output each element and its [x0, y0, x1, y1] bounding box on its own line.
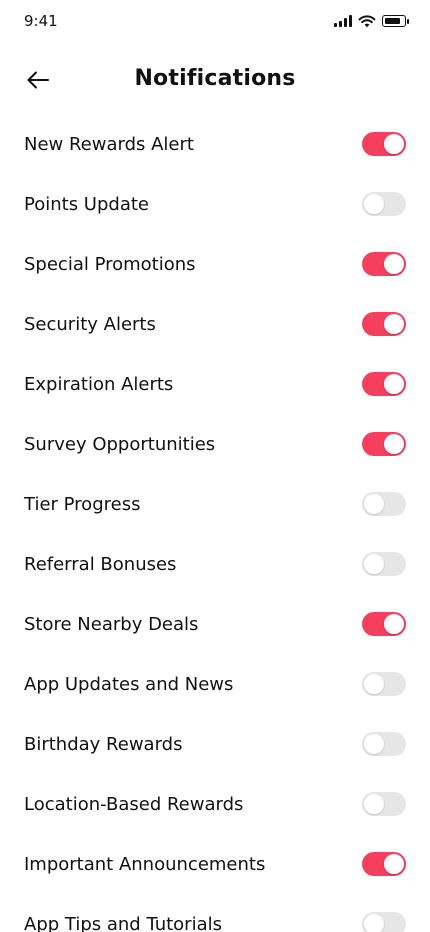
- toggle-knob: [364, 914, 384, 932]
- battery-icon: [382, 15, 409, 27]
- notification-toggle[interactable]: [362, 912, 406, 932]
- notification-toggle[interactable]: [362, 732, 406, 756]
- notification-settings-list: New Rewards Alert Points Update Special Pr…: [0, 114, 430, 932]
- setting-label: Tier Progress: [24, 493, 141, 515]
- setting-label: Security Alerts: [24, 313, 156, 335]
- toggle-knob: [384, 434, 404, 454]
- setting-row: Points Update: [0, 174, 430, 234]
- setting-row: Expiration Alerts: [0, 354, 430, 414]
- notification-toggle[interactable]: [362, 432, 406, 456]
- setting-row: Survey Opportunities: [0, 414, 430, 474]
- setting-row: Tier Progress: [0, 474, 430, 534]
- status-icons: [334, 14, 409, 28]
- setting-label: Birthday Rewards: [24, 733, 183, 755]
- setting-label: Special Promotions: [24, 253, 196, 275]
- setting-row: App Tips and Tutorials: [0, 894, 430, 932]
- notification-toggle[interactable]: [362, 492, 406, 516]
- notification-toggle[interactable]: [362, 852, 406, 876]
- page-title: Notifications: [134, 66, 296, 91]
- notification-toggle[interactable]: [362, 132, 406, 156]
- toggle-knob: [384, 374, 404, 394]
- notification-toggle[interactable]: [362, 612, 406, 636]
- toggle-knob: [364, 734, 384, 754]
- status-time: 9:41: [24, 12, 58, 30]
- toggle-knob: [364, 554, 384, 574]
- toggle-knob: [384, 614, 404, 634]
- toggle-knob: [364, 674, 384, 694]
- setting-label: App Tips and Tutorials: [24, 913, 222, 932]
- notification-toggle[interactable]: [362, 252, 406, 276]
- setting-row: Birthday Rewards: [0, 714, 430, 774]
- setting-row: Referral Bonuses: [0, 534, 430, 594]
- notification-toggle[interactable]: [362, 552, 406, 576]
- setting-row: Important Announcements: [0, 834, 430, 894]
- setting-label: Points Update: [24, 193, 149, 215]
- setting-row: Security Alerts: [0, 294, 430, 354]
- setting-row: Location-Based Rewards: [0, 774, 430, 834]
- setting-row: New Rewards Alert: [0, 114, 430, 174]
- toggle-knob: [384, 254, 404, 274]
- cellular-signal-icon: [334, 15, 352, 27]
- toggle-knob: [364, 794, 384, 814]
- header: Notifications: [0, 56, 430, 104]
- setting-label: Referral Bonuses: [24, 553, 177, 575]
- toggle-knob: [384, 854, 404, 874]
- toggle-knob: [364, 494, 384, 514]
- notification-toggle[interactable]: [362, 792, 406, 816]
- setting-label: Store Nearby Deals: [24, 613, 199, 635]
- setting-label: Important Announcements: [24, 853, 266, 875]
- setting-label: New Rewards Alert: [24, 133, 194, 155]
- notification-toggle[interactable]: [362, 312, 406, 336]
- setting-label: Location-Based Rewards: [24, 793, 244, 815]
- toggle-knob: [364, 194, 384, 214]
- setting-label: Survey Opportunities: [24, 433, 216, 455]
- notifications-screen: 9:41 Notifications New Rewards Alert Poi…: [0, 0, 430, 932]
- setting-row: App Updates and News: [0, 654, 430, 714]
- notification-toggle[interactable]: [362, 672, 406, 696]
- setting-label: Expiration Alerts: [24, 373, 174, 395]
- toggle-knob: [384, 314, 404, 334]
- battery-level: [384, 17, 400, 24]
- wifi-icon: [358, 15, 376, 28]
- notification-toggle[interactable]: [362, 372, 406, 396]
- notification-toggle[interactable]: [362, 192, 406, 216]
- setting-row: Special Promotions: [0, 234, 430, 294]
- setting-row: Store Nearby Deals: [0, 594, 430, 654]
- status-bar: 9:41: [0, 0, 430, 44]
- setting-label: App Updates and News: [24, 673, 234, 695]
- toggle-knob: [384, 134, 404, 154]
